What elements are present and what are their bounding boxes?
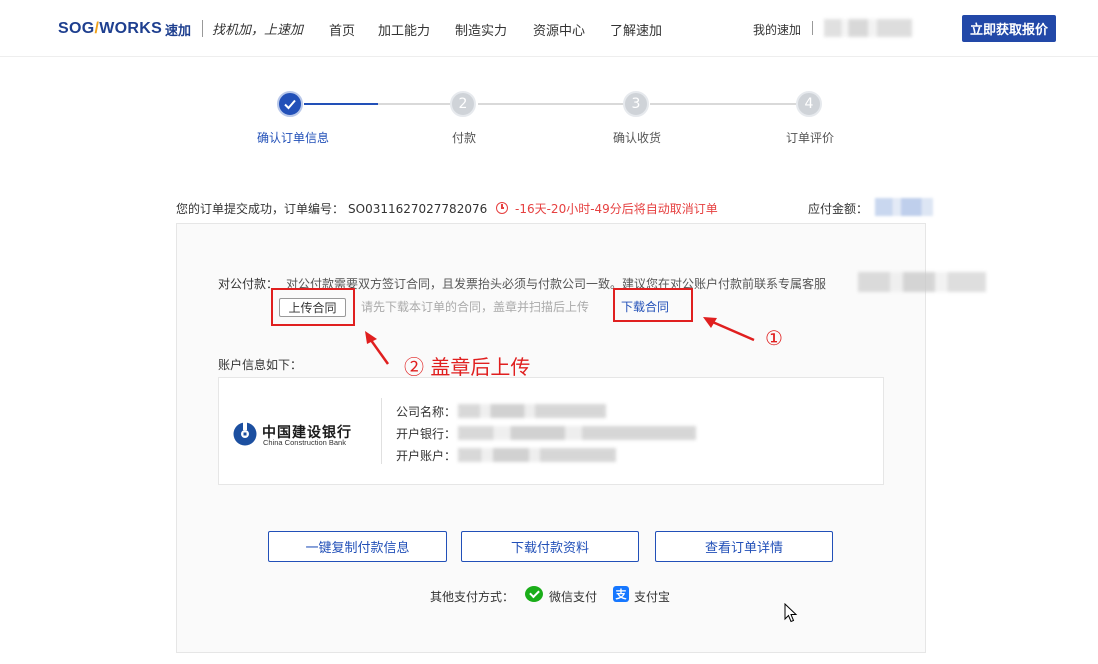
annotation-step-one: ① [765,326,783,350]
copy-payment-info-button[interactable]: 一键复制付款信息 [268,531,447,562]
alipay-icon[interactable]: 支 [613,586,629,602]
alipay-link[interactable]: 支付宝 [634,588,670,605]
bank-name-en: China Construction Bank [263,438,346,447]
view-order-detail-button[interactable]: 查看订单详情 [655,531,833,562]
blurred-bank-name [458,426,696,440]
account-info-title: 账户信息如下： [218,358,303,372]
ccb-logo-icon [233,422,257,446]
account-number-label: 开户账户： [396,449,457,463]
account-divider [381,398,382,464]
bank-label: 开户银行： [396,427,457,441]
wechat-pay-icon[interactable] [525,586,543,602]
download-payment-docs-button[interactable]: 下载付款资料 [461,531,639,562]
wechat-pay-link[interactable]: 微信支付 [549,588,597,605]
annotation-step-two: ② 盖章后上传 [404,355,531,379]
company-name-label: 公司名称： [396,405,457,419]
other-payment-label: 其他支付方式： [430,590,515,604]
mouse-cursor-icon [784,603,798,623]
blurred-account-number [458,448,616,462]
annotation-arrows [365,317,755,365]
blurred-company-name [458,404,606,418]
